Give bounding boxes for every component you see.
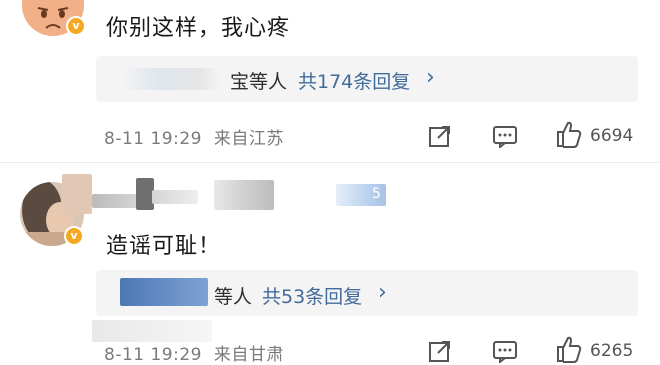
reply-summary[interactable]: 宝等人 共174条回复 › [96,56,638,102]
chevron-right-icon: › [378,280,387,305]
blurred-names [120,278,208,306]
reply-count-link[interactable]: 共174条回复 [298,67,410,94]
comment-2: v 5 造谣可耻！ 等人 共53条回复 › 8-11 19:29 来自甘肃 62… [0,162,660,365]
blurred-overlay [92,320,212,342]
reply-names: 宝等人 [230,71,288,93]
thumbs-up-icon[interactable] [556,336,582,364]
reply-count-link[interactable]: 共53条回复 [262,282,362,309]
reply-names: 等人 [214,286,253,308]
blurred-username-tag: 5 [336,184,386,206]
share-icon[interactable] [428,339,452,363]
blurred-username [62,174,92,214]
comment-location: 来自江苏 [213,129,284,149]
comment-1: v 你别这样，我心疼 宝等人 共174条回复 › 8-11 19:29 来自江苏… [0,0,660,162]
comment-location: 来自甘肃 [213,345,284,365]
comment-meta: 8-11 19:29 来自甘肃 [104,340,284,365]
blurred-username [214,180,274,210]
comment-date: 8-11 19:29 [104,345,202,365]
share-icon[interactable] [428,124,452,148]
like-count: 6265 [590,341,634,361]
like-count: 6694 [590,126,634,146]
comment-icon[interactable] [492,124,518,148]
comment-date: 8-11 19:29 [104,129,202,149]
thumbs-up-icon[interactable] [556,121,582,149]
blurred-username [152,190,198,204]
verified-badge-icon: v [66,16,86,36]
blurred-names [120,68,220,90]
verified-badge-icon: v [64,226,84,246]
chevron-right-icon: › [426,65,435,90]
reply-summary[interactable]: 等人 共53条回复 › [96,270,638,316]
comment-meta: 8-11 19:29 来自江苏 [104,124,284,149]
comment-text: 你别这样，我心疼 [106,16,291,41]
avatar[interactable]: v [22,0,86,36]
comment-text: 造谣可耻！ [106,234,222,259]
username-fragment: 5 [372,186,381,202]
comment-icon[interactable] [492,339,518,363]
